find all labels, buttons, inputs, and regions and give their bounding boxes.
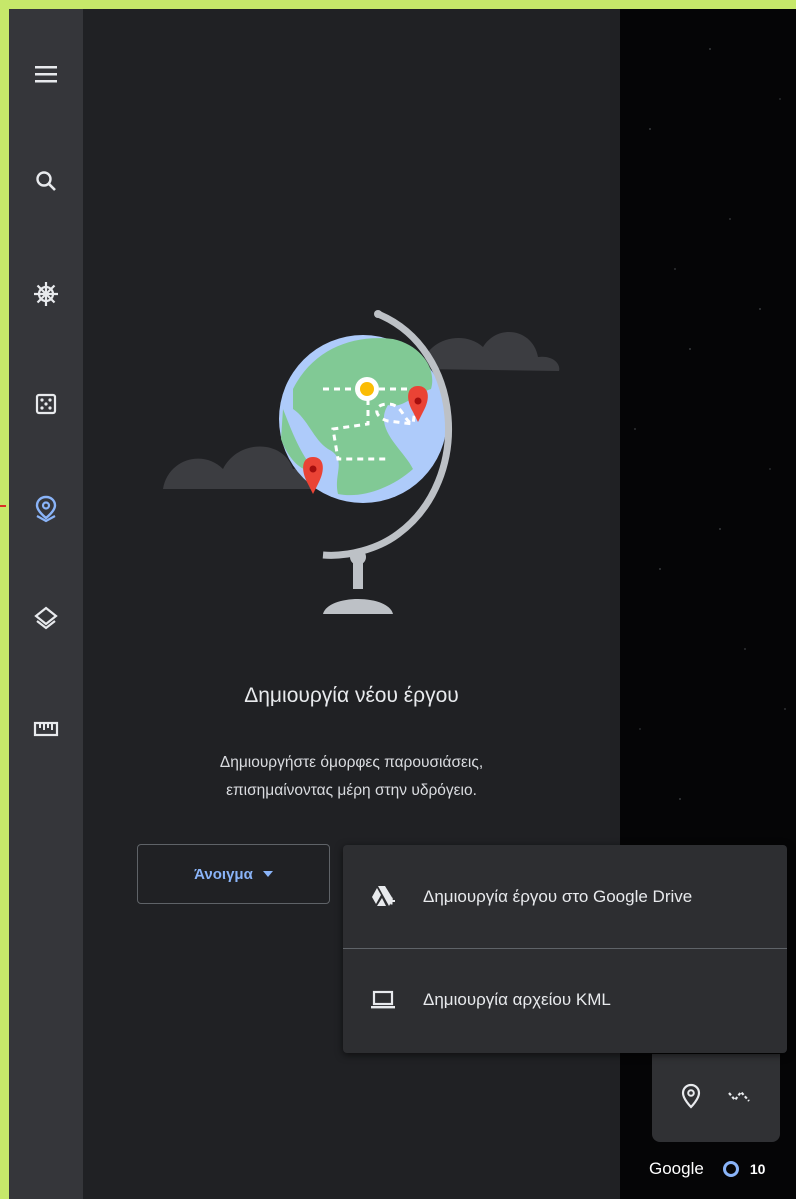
map-style-icon — [34, 606, 58, 630]
menu-item-kml-file[interactable]: Δημιουργία αρχείου KML — [343, 950, 787, 1050]
menu-icon — [35, 66, 57, 83]
menu-item-google-drive[interactable]: Δημιουργία έργου στο Google Drive — [343, 847, 787, 947]
create-project-menu: Δημιουργία έργου στο Google Drive Δημιου… — [343, 845, 787, 1053]
feeling-lucky-button[interactable] — [26, 384, 66, 424]
description-line-2: επισημαίνοντας μέρη στην υδρόγειο. — [226, 782, 477, 799]
measure-button[interactable] — [26, 709, 66, 749]
voyager-button[interactable] — [26, 274, 66, 314]
earth-window: Δημιουργία νέου έργου Δημιουργήστε όμορφ… — [9, 9, 796, 1199]
open-button[interactable]: Άνοιγμα — [137, 844, 330, 904]
empty-state-description: Δημιουργήστε όμορφες παρουσιάσεις, επιση… — [83, 749, 620, 805]
globe-illustration — [163, 310, 560, 614]
feeling-lucky-icon — [35, 393, 57, 415]
google-drive-add-icon — [343, 885, 423, 909]
description-line-1: Δημιουργήστε όμορφες παρουσιάσεις, — [219, 754, 484, 771]
menu-divider — [343, 948, 787, 949]
draw-path-button[interactable] — [727, 1089, 751, 1108]
map-footer: Google 10 — [649, 1159, 765, 1179]
search-icon — [36, 171, 56, 191]
measure-icon — [33, 721, 59, 737]
projects-button[interactable] — [26, 489, 66, 529]
menu-item-label: Δημιουργία αρχείου KML — [423, 990, 611, 1009]
add-placemark-button[interactable] — [681, 1083, 701, 1114]
laptop-icon — [343, 990, 423, 1010]
add-placemark-icon — [681, 1083, 701, 1109]
voyager-icon — [34, 282, 58, 306]
empty-state-title: Δημιουργία νέου έργου — [244, 684, 459, 707]
arrow-drop-down-icon — [262, 871, 273, 877]
google-logo-text: Google — [649, 1159, 704, 1178]
projects-icon — [35, 495, 57, 523]
annotation-mark — [0, 505, 6, 507]
draw-path-icon — [728, 1089, 750, 1102]
menu-button[interactable] — [26, 54, 66, 94]
open-button-label: Άνοιγμα — [194, 865, 253, 883]
menu-item-label: Δημιουργία έργου στο Google Drive — [423, 887, 693, 906]
scale-text: 10 — [749, 1161, 766, 1177]
map-tools — [652, 1054, 780, 1142]
zoom-ring-icon — [722, 1161, 739, 1177]
search-button[interactable] — [26, 161, 66, 201]
navigation-rail — [9, 9, 83, 1199]
map-style-button[interactable] — [26, 599, 66, 639]
